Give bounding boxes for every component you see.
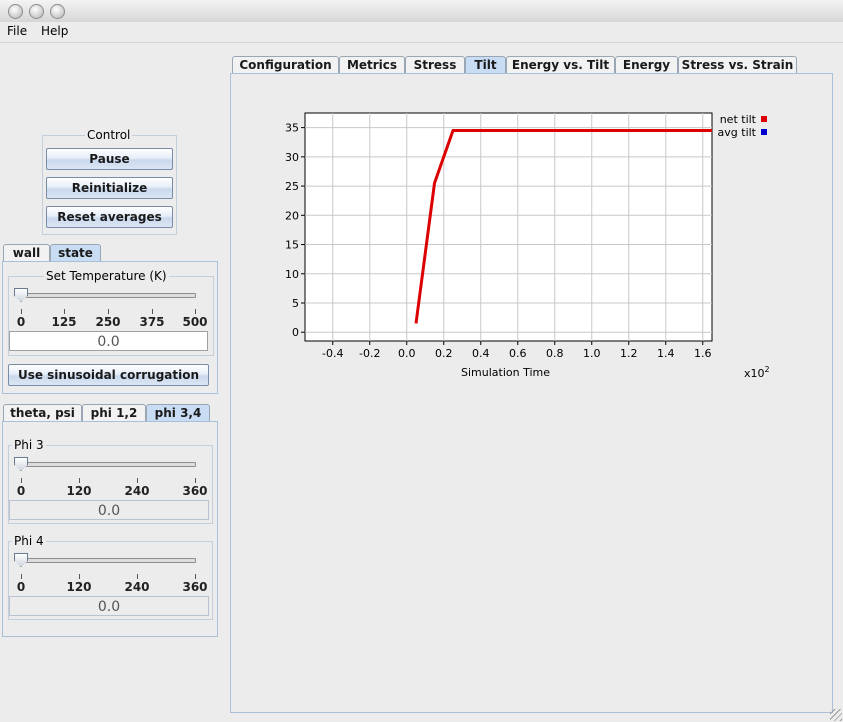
tick bbox=[21, 478, 22, 483]
tick bbox=[21, 574, 22, 579]
menu-bar: File Help bbox=[0, 22, 843, 43]
close-window-button[interactable] bbox=[8, 4, 23, 19]
tab-metrics[interactable]: Metrics bbox=[339, 56, 405, 73]
phi3-value-field: 0.0 bbox=[9, 500, 209, 520]
tick bbox=[195, 574, 196, 579]
phi4-title: Phi 4 bbox=[12, 534, 46, 548]
phi4-tick-label: 360 bbox=[182, 580, 208, 594]
tick bbox=[21, 309, 22, 314]
temperature-tick-label: 500 bbox=[182, 315, 208, 329]
temperature-tick-label: 250 bbox=[95, 315, 121, 329]
tilt-panel bbox=[230, 73, 833, 713]
zoom-window-button[interactable] bbox=[50, 4, 65, 19]
tick bbox=[137, 478, 138, 483]
temperature-slider-track[interactable] bbox=[18, 293, 196, 298]
tab-phi-1-2[interactable]: phi 1,2 bbox=[82, 404, 146, 421]
tab-stress-vs-strain[interactable]: Stress vs. Strain bbox=[678, 56, 797, 73]
tab-state[interactable]: state bbox=[50, 244, 101, 261]
tick bbox=[137, 574, 138, 579]
tab-wall[interactable]: wall bbox=[3, 244, 50, 261]
tab-stress[interactable]: Stress bbox=[405, 56, 465, 73]
phi3-title: Phi 3 bbox=[12, 438, 46, 452]
phi3-tick-label: 240 bbox=[124, 484, 150, 498]
pause-button[interactable]: Pause bbox=[46, 148, 173, 170]
tab-energy[interactable]: Energy bbox=[615, 56, 678, 73]
control-title: Control bbox=[85, 128, 133, 142]
temperature-title: Set Temperature (K) bbox=[44, 269, 169, 283]
tick bbox=[152, 309, 153, 314]
temperature-tick-label: 0 bbox=[16, 315, 26, 329]
temperature-tick-label: 125 bbox=[51, 315, 77, 329]
phi4-tick-label: 0 bbox=[16, 580, 26, 594]
tab-phi-3-4[interactable]: phi 3,4 bbox=[146, 404, 210, 421]
phi3-tick-label: 360 bbox=[182, 484, 208, 498]
tab-theta-psi[interactable]: theta, psi bbox=[3, 404, 82, 421]
tick bbox=[79, 478, 80, 483]
tab-configuration[interactable]: Configuration bbox=[232, 56, 339, 73]
tab-tilt[interactable]: Tilt bbox=[465, 56, 506, 73]
phi3-slider-track[interactable] bbox=[18, 462, 196, 467]
temperature-value-field[interactable]: 0.0 bbox=[9, 331, 208, 351]
minimize-window-button[interactable] bbox=[29, 4, 44, 19]
tick bbox=[79, 574, 80, 579]
phi4-tick-label: 240 bbox=[124, 580, 150, 594]
phi3-tick-label: 0 bbox=[16, 484, 26, 498]
phi4-value-field: 0.0 bbox=[9, 596, 209, 616]
tick bbox=[64, 309, 65, 314]
tick bbox=[108, 309, 109, 314]
phi3-tick-label: 120 bbox=[66, 484, 92, 498]
temperature-tick-label: 375 bbox=[139, 315, 165, 329]
window-titlebar bbox=[0, 0, 843, 23]
menu-help[interactable]: Help bbox=[41, 24, 68, 38]
phi4-slider-track[interactable] bbox=[18, 558, 196, 563]
tick bbox=[195, 478, 196, 483]
sinusoidal-corrugation-button[interactable]: Use sinusoidal corrugation bbox=[8, 364, 209, 386]
resize-grip[interactable] bbox=[830, 709, 842, 721]
menu-file[interactable]: File bbox=[7, 24, 27, 38]
tab-energy-vs-tilt[interactable]: Energy vs. Tilt bbox=[506, 56, 615, 73]
tick bbox=[195, 309, 196, 314]
phi4-tick-label: 120 bbox=[66, 580, 92, 594]
reset-averages-button[interactable]: Reset averages bbox=[46, 206, 173, 228]
reinitialize-button[interactable]: Reinitialize bbox=[46, 177, 173, 199]
